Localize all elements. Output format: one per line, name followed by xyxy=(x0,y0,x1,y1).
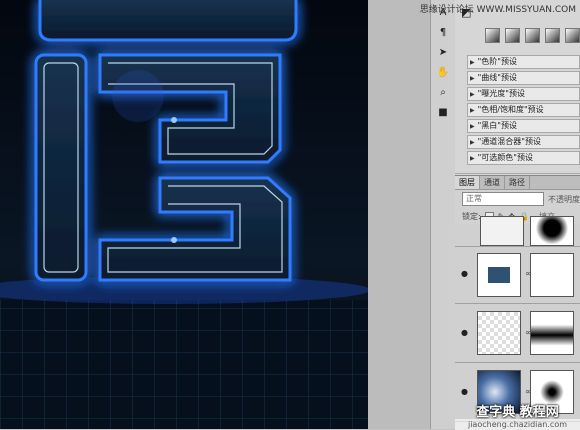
eye-icon[interactable]: ● xyxy=(461,269,471,278)
tab-layers[interactable]: 图层 xyxy=(455,176,480,189)
expand-arrow-icon: ▶ xyxy=(470,107,475,114)
foreground-color-icon[interactable]: ■ xyxy=(435,106,451,120)
blend-row: 正常 不透明度 xyxy=(455,190,580,208)
layer-mask-thumbnail xyxy=(530,253,574,297)
tool-strip: A ¶ ➤ ✋ ⌕ ■ xyxy=(430,0,456,429)
tab-channels[interactable]: 通道 xyxy=(480,176,505,189)
preset-hue-saturation[interactable]: ▶ "色相/饱和度"预设 xyxy=(467,103,580,117)
bw-adjust-icon[interactable] xyxy=(565,28,580,43)
watermark-top: 思缘设计论坛 WWW.MISSYUAN.COM xyxy=(419,5,576,15)
workspace-background xyxy=(368,0,430,429)
adjustment-icons xyxy=(455,24,580,47)
expand-arrow-icon: ▶ xyxy=(470,155,475,162)
expand-arrow-icon: ▶ xyxy=(470,139,475,146)
curves-adjust-icon[interactable] xyxy=(505,28,520,43)
layer-row[interactable]: ● ∞ xyxy=(455,304,580,363)
hand-tool-icon[interactable]: ✋ xyxy=(435,66,451,80)
adjustment-presets-list: ▶ "色阶"预设 ▶ "曲线"预设 ▶ "曝光度"预设 ▶ "色相/饱和度"预设 ▶ "黑… xyxy=(467,55,580,165)
layers-panel: 图层 通道 路径 正常 不透明度 锁定: ✎ ✥ 🔒 填充 ● ∞ xyxy=(455,175,580,430)
preset-selective-color[interactable]: ▶ "可选颜色"预设 xyxy=(467,151,580,165)
levels-adjust-icon[interactable] xyxy=(485,28,500,43)
expand-arrow-icon: ▶ xyxy=(470,59,475,66)
eye-icon[interactable]: ● xyxy=(461,328,471,337)
layers-panel-tabs: 图层 通道 路径 xyxy=(455,176,580,190)
panel-dock: ◩ 思缘设计论坛 WWW.MISSYUAN.COM ▶ "色阶"预设 ▶ "曲线"预… xyxy=(420,0,580,430)
watermark-bottom-title: 查字典 教程网 xyxy=(476,405,559,420)
neon-letter-artwork xyxy=(0,0,368,429)
expand-arrow-icon: ▶ xyxy=(470,91,475,98)
expand-arrow-icon: ▶ xyxy=(470,75,475,82)
tab-paths[interactable]: 路径 xyxy=(505,176,530,189)
zoom-tool-icon[interactable]: ⌕ xyxy=(435,86,451,100)
layer-row[interactable] xyxy=(455,216,580,247)
preset-levels[interactable]: ▶ "色阶"预设 xyxy=(467,55,580,69)
expand-arrow-icon: ▶ xyxy=(470,123,475,130)
layer-thumbnail xyxy=(477,311,521,355)
layer-row[interactable]: ● ∞ xyxy=(455,247,580,304)
exposure-adjust-icon[interactable] xyxy=(525,28,540,43)
document-canvas[interactable] xyxy=(0,0,368,429)
watermark-bottom-url: jiaocheng.chazidian.com xyxy=(455,419,580,430)
layer-mask-thumbnail xyxy=(530,216,574,246)
path-select-icon[interactable]: ➤ xyxy=(435,46,451,60)
preset-channel-mixer[interactable]: ▶ "通道混合器"预设 xyxy=(467,135,580,149)
preset-curves[interactable]: ▶ "曲线"预设 xyxy=(467,71,580,85)
layer-mask-thumbnail xyxy=(530,311,574,355)
layer-thumbnail xyxy=(477,253,521,297)
preset-exposure[interactable]: ▶ "曝光度"预设 xyxy=(467,87,580,101)
hue-adjust-icon[interactable] xyxy=(545,28,560,43)
eye-icon[interactable]: ● xyxy=(461,387,471,396)
blend-mode-select[interactable]: 正常 xyxy=(462,192,544,206)
type-tool-icon[interactable]: ¶ xyxy=(435,26,451,40)
preset-black-white[interactable]: ▶ "黑白"预设 xyxy=(467,119,580,133)
lock-label: 锁定: xyxy=(462,211,481,221)
layer-thumbnail xyxy=(480,216,524,246)
opacity-label: 不透明度 xyxy=(548,194,580,204)
